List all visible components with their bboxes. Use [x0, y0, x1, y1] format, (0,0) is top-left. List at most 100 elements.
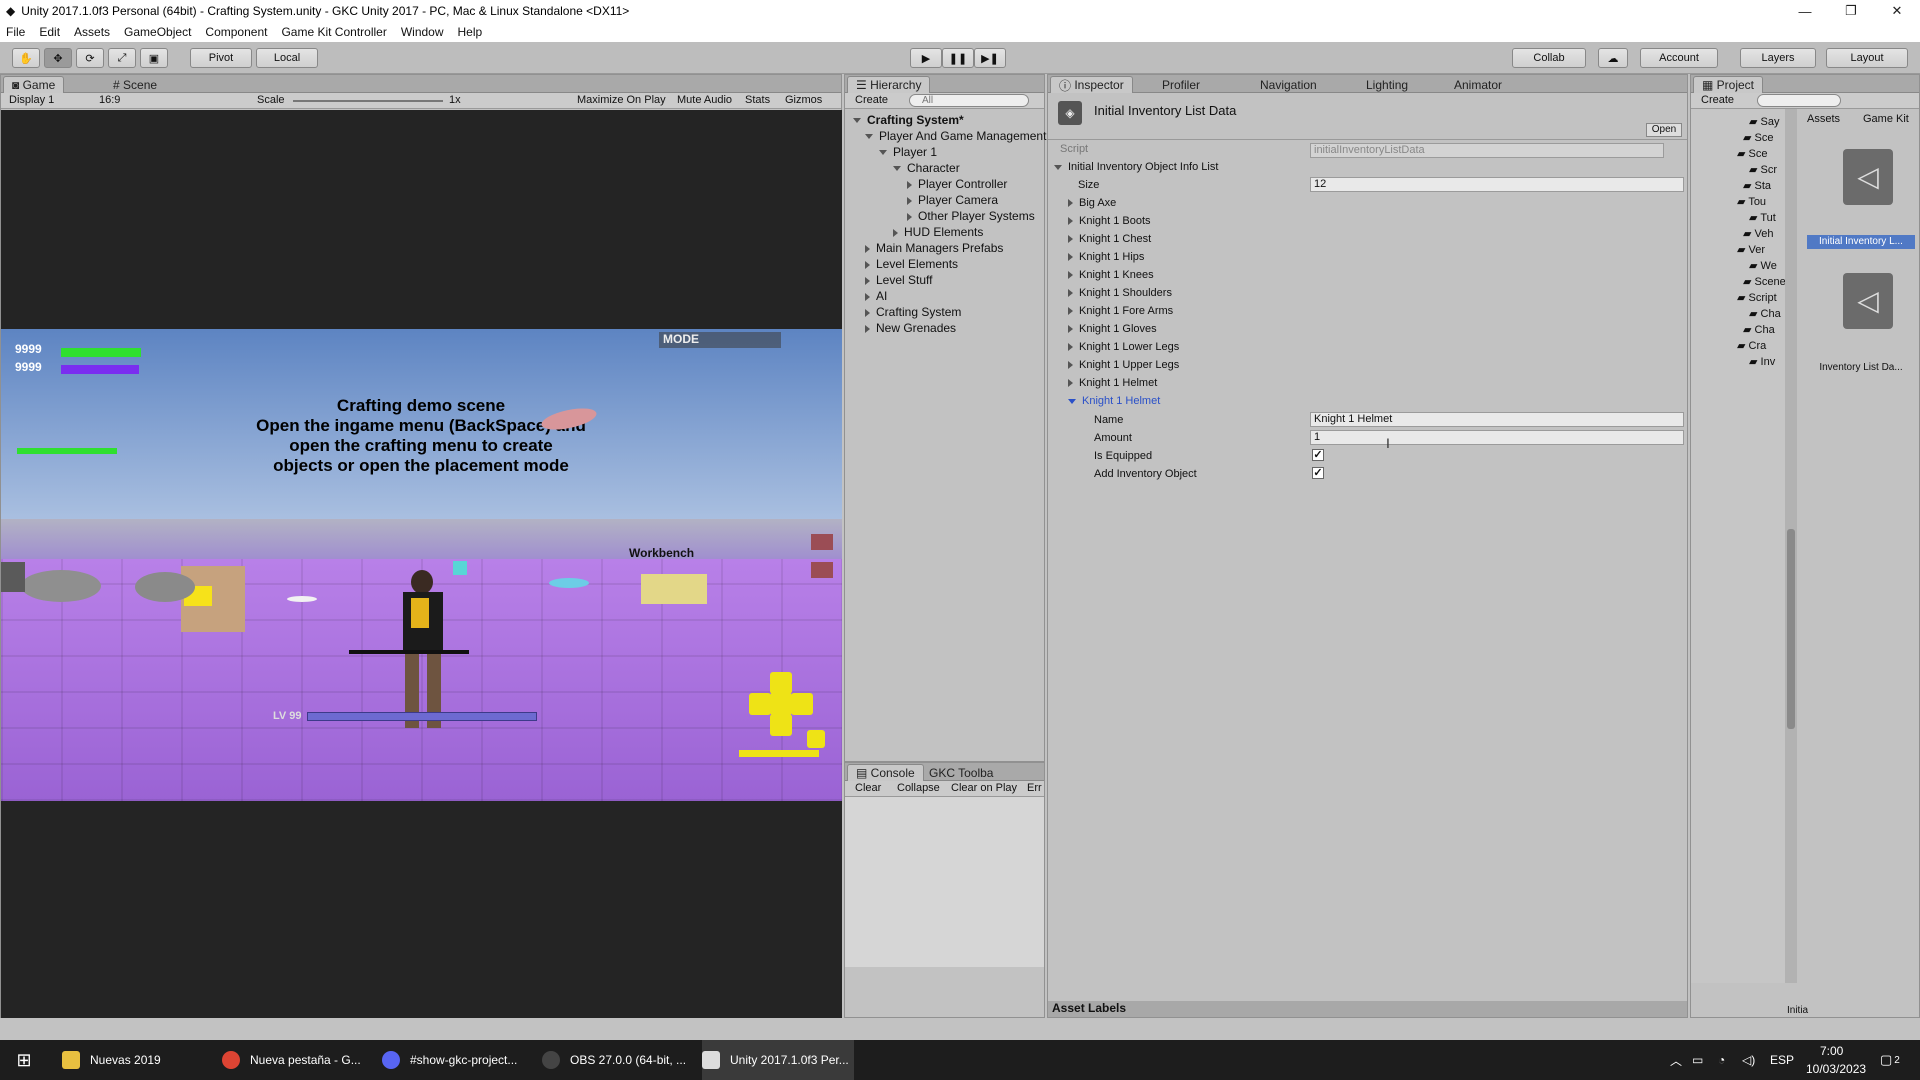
notification-icon[interactable]: ▢ 2 — [1880, 1040, 1900, 1080]
amount-field[interactable]: 1 — [1310, 430, 1684, 445]
volume-icon[interactable]: ◁) — [1742, 1040, 1755, 1080]
rect-tool-icon[interactable]: ▣ — [140, 48, 168, 68]
layers-dropdown[interactable]: Layers — [1740, 48, 1816, 68]
breadcrumb-assets[interactable]: Assets — [1807, 113, 1840, 125]
project-folder[interactable]: ▰ Cha — [1743, 323, 1775, 336]
display-select[interactable]: Display 1 — [9, 94, 54, 106]
hierarchy-item[interactable]: Crafting System — [865, 305, 961, 319]
list-element[interactable]: Knight 1 Shoulders — [1068, 287, 1172, 299]
add-inventory-object-checkbox[interactable]: ✓ — [1312, 467, 1324, 479]
tab-inspector[interactable]: ⓘ Inspector — [1050, 76, 1133, 93]
windows-start-icon[interactable]: ⊞ — [0, 1040, 48, 1080]
tab-gkc-toolbar[interactable]: GKC Toolba — [921, 764, 1001, 781]
tab-lighting[interactable]: Lighting — [1358, 76, 1416, 93]
hierarchy-search-input[interactable]: All — [909, 94, 1029, 107]
inventory-list-foldout[interactable]: Initial Inventory Object Info List — [1054, 161, 1218, 173]
asset-labels-bar[interactable]: Asset Labels — [1048, 1001, 1687, 1017]
hierarchy-item[interactable]: New Grenades — [865, 321, 956, 335]
close-icon[interactable]: ✕ — [1874, 0, 1920, 22]
hierarchy-item[interactable]: Player 1 — [879, 145, 937, 159]
list-element[interactable]: Knight 1 Knees — [1068, 269, 1154, 281]
play-button[interactable]: ▶ — [910, 48, 942, 68]
list-element[interactable]: Knight 1 Lower Legs — [1068, 341, 1179, 353]
clock-date[interactable]: 10/03/2023 — [1806, 1060, 1866, 1078]
project-folder[interactable]: ▰ Tut — [1749, 211, 1776, 224]
tab-hierarchy[interactable]: ☰ Hierarchy — [847, 76, 931, 93]
project-folder[interactable]: ▰ Inv — [1749, 355, 1775, 368]
project-folder[interactable]: ▰ Veh — [1743, 227, 1773, 240]
taskbar-item-unity[interactable]: Unity 2017.1.0f3 Per... — [702, 1040, 854, 1080]
unity-asset-icon[interactable]: ◁ — [1843, 149, 1893, 205]
project-search-input[interactable] — [1757, 94, 1841, 107]
console-clear-on-play-button[interactable]: Clear on Play — [951, 782, 1017, 794]
project-scrollbar[interactable] — [1785, 109, 1797, 983]
pivot-button[interactable]: Pivot — [190, 48, 252, 68]
asset-label-selected[interactable]: Initial Inventory L... — [1807, 235, 1915, 249]
breadcrumb-game-kit[interactable]: Game Kit — [1863, 113, 1909, 125]
layout-dropdown[interactable]: Layout — [1826, 48, 1908, 68]
step-button[interactable]: ▶❚ — [974, 48, 1006, 68]
gizmos-button[interactable]: Gizmos — [785, 94, 822, 106]
taskbar-item-obs[interactable]: OBS 27.0.0 (64-bit, ... — [542, 1040, 702, 1080]
project-folder[interactable]: ▰ Sce — [1737, 147, 1767, 160]
list-element[interactable]: Big Axe — [1068, 197, 1116, 209]
project-folder[interactable]: ▰ We — [1749, 259, 1777, 272]
taskbar-item-discord[interactable]: #show-gkc-project... — [382, 1040, 542, 1080]
collab-button[interactable]: Collab — [1512, 48, 1586, 68]
hierarchy-item[interactable]: Character — [893, 161, 960, 175]
account-dropdown[interactable]: Account — [1640, 48, 1718, 68]
wifi-icon[interactable]: ◔ — [1718, 1040, 1725, 1080]
tray-chevron-icon[interactable]: ︿ — [1670, 1040, 1682, 1080]
hierarchy-item[interactable]: Main Managers Prefabs — [865, 241, 1003, 255]
list-element[interactable]: Knight 1 Gloves — [1068, 323, 1157, 335]
hierarchy-item[interactable]: HUD Elements — [893, 225, 983, 239]
project-create-button[interactable]: Create — [1701, 94, 1734, 106]
clock-time[interactable]: 7:00 — [1820, 1042, 1843, 1060]
project-folder[interactable]: ▰ Script — [1737, 291, 1777, 304]
console-collapse-button[interactable]: Collapse — [897, 782, 940, 794]
project-folder[interactable]: ▰ Sce — [1743, 131, 1773, 144]
local-button[interactable]: Local — [256, 48, 318, 68]
scene-root[interactable]: Crafting System* — [853, 113, 964, 127]
console-clear-button[interactable]: Clear — [855, 782, 881, 794]
project-folder[interactable]: ▰ Say — [1749, 115, 1779, 128]
list-element[interactable]: Knight 1 Fore Arms — [1068, 305, 1173, 317]
game-viewport[interactable]: 9999 9999 MODE Crafting demo scene Open … — [1, 110, 842, 1018]
hierarchy-item[interactable]: Player Controller — [907, 177, 1007, 191]
list-element[interactable]: Knight 1 Chest — [1068, 233, 1151, 245]
taskbar-item-explorer[interactable]: Nuevas 2019 — [62, 1040, 222, 1080]
tab-navigation[interactable]: Navigation — [1252, 76, 1325, 93]
menu-assets[interactable]: Assets — [74, 25, 110, 39]
tab-project[interactable]: ▦ Project — [1693, 76, 1764, 93]
hand-tool-icon[interactable]: ✋ — [12, 48, 40, 68]
project-folder[interactable]: ▰ Cra — [1737, 339, 1766, 352]
menu-gameobject[interactable]: GameObject — [124, 25, 191, 39]
list-element[interactable]: Knight 1 Upper Legs — [1068, 359, 1179, 371]
menu-file[interactable]: File — [6, 25, 25, 39]
list-element[interactable]: Knight 1 Hips — [1068, 251, 1144, 263]
list-element[interactable]: Knight 1 Boots — [1068, 215, 1151, 227]
menu-component[interactable]: Component — [205, 25, 267, 39]
is-equipped-checkbox[interactable]: ✓ — [1312, 449, 1324, 461]
menu-game-kit-controller[interactable]: Game Kit Controller — [281, 25, 386, 39]
taskbar-item-chrome[interactable]: Nueva pestaña - G... — [222, 1040, 382, 1080]
stats-button[interactable]: Stats — [745, 94, 770, 106]
scale-tool-icon[interactable]: ⤢ — [108, 48, 136, 68]
mute-audio-button[interactable]: Mute Audio — [677, 94, 732, 106]
project-folder[interactable]: ▰ Ver — [1737, 243, 1765, 256]
asset-label[interactable]: Inventory List Da... — [1807, 362, 1915, 373]
restore-icon[interactable]: ❐ — [1828, 0, 1874, 22]
hierarchy-item[interactable]: Other Player Systems — [907, 209, 1035, 223]
project-folder[interactable]: ▰ Scene — [1743, 275, 1786, 288]
tab-game[interactable]: ◙ Game — [3, 76, 65, 93]
tab-animator[interactable]: Animator — [1446, 76, 1510, 93]
pause-button[interactable]: ❚❚ — [942, 48, 974, 68]
tab-console[interactable]: ▤ Console — [847, 764, 924, 781]
hierarchy-item[interactable]: Level Stuff — [865, 273, 932, 287]
name-field[interactable]: Knight 1 Helmet — [1310, 412, 1684, 427]
hierarchy-item[interactable]: Player Camera — [907, 193, 998, 207]
project-folder[interactable]: ▰ Sta — [1743, 179, 1771, 192]
open-button[interactable]: Open — [1646, 123, 1682, 137]
unity-asset-icon[interactable]: ◁ — [1843, 273, 1893, 329]
console-error-button[interactable]: Err — [1027, 782, 1042, 794]
